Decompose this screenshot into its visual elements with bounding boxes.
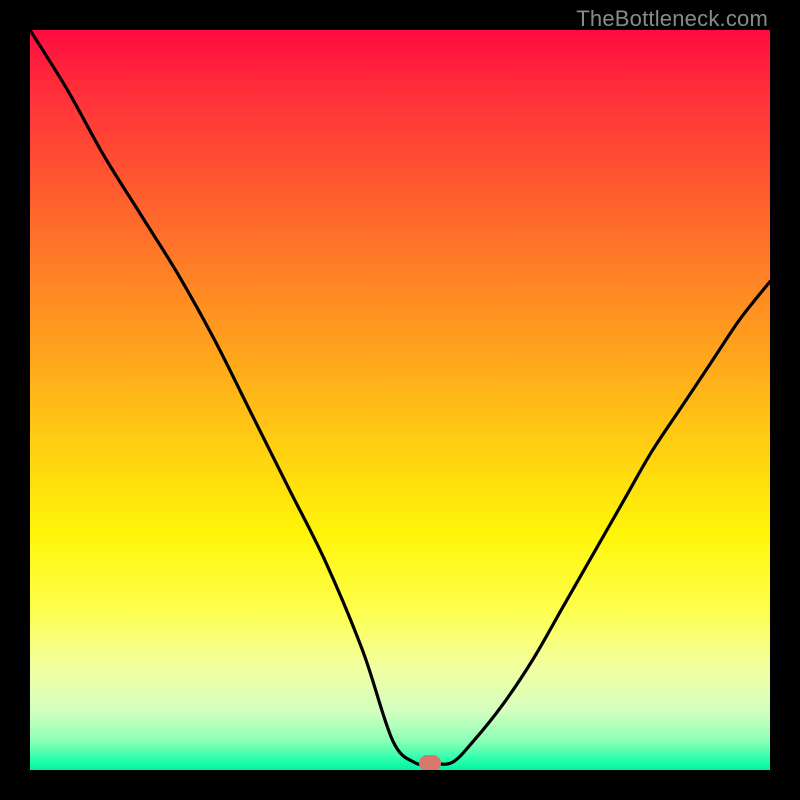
curve-svg bbox=[30, 30, 770, 770]
optimal-marker bbox=[419, 755, 441, 770]
plot-area bbox=[30, 30, 770, 770]
watermark-text: TheBottleneck.com bbox=[576, 6, 768, 32]
bottleneck-curve bbox=[30, 30, 770, 764]
chart-frame: TheBottleneck.com bbox=[0, 0, 800, 800]
